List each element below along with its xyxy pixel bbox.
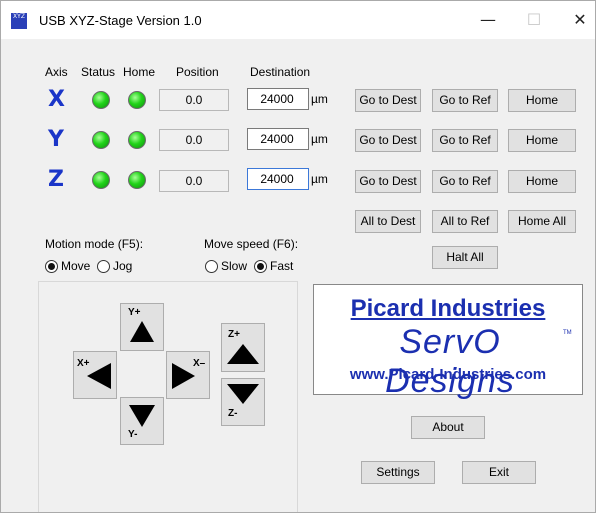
jog-x-plus-label: X+ <box>77 358 90 369</box>
unit-y: µm <box>311 132 328 146</box>
status-led-x <box>92 91 110 109</box>
jog-x-minus-label: X– <box>193 358 206 369</box>
jog-z-minus-label: Z- <box>228 408 238 419</box>
destination-z-input[interactable]: 24000 <box>247 168 309 190</box>
exit-button[interactable]: Exit <box>462 461 536 484</box>
move-speed-fast-label[interactable]: Fast <box>270 259 293 273</box>
jog-y-plus-label: Y+ <box>128 307 141 318</box>
move-speed-fast-radio[interactable] <box>254 260 267 273</box>
all-to-ref-button[interactable]: All to Ref <box>432 210 498 233</box>
status-led-z <box>92 171 110 189</box>
jog-y-minus-label: Y- <box>128 429 138 440</box>
unit-x: µm <box>311 92 328 106</box>
axis-y-label: Y <box>48 127 64 152</box>
go-to-dest-y-button[interactable]: Go to Dest <box>355 129 421 152</box>
jog-x-minus-button[interactable]: X– <box>166 351 210 399</box>
maximize-button[interactable]: ☐ <box>511 1 557 39</box>
app-icon: XYZ <box>11 13 27 29</box>
home-z-button[interactable]: Home <box>508 170 576 193</box>
unit-z: µm <box>311 172 328 186</box>
move-speed-slow-radio[interactable] <box>205 260 218 273</box>
home-led-z <box>128 171 146 189</box>
logo-url: www.Picard-Industries.com <box>349 366 547 383</box>
go-to-ref-x-button[interactable]: Go to Ref <box>432 89 498 112</box>
jog-y-minus-button[interactable]: Y- <box>120 397 164 445</box>
position-y: 0.0 <box>159 129 229 151</box>
motion-mode-move-radio[interactable] <box>45 260 58 273</box>
logo-trademark: TM <box>563 330 572 336</box>
go-to-dest-x-button[interactable]: Go to Dest <box>355 89 421 112</box>
motion-mode-jog-radio[interactable] <box>97 260 110 273</box>
go-to-ref-y-button[interactable]: Go to Ref <box>432 129 498 152</box>
destination-y-input[interactable]: 24000 <box>247 128 309 150</box>
window-title: USB XYZ-Stage Version 1.0 <box>39 13 202 28</box>
go-to-ref-z-button[interactable]: Go to Ref <box>432 170 498 193</box>
logo-company-name: Picard Industries <box>350 295 546 322</box>
jog-x-plus-button[interactable]: X+ <box>73 351 117 399</box>
move-speed-slow-label[interactable]: Slow <box>221 259 247 273</box>
destination-x-input[interactable]: 24000 <box>247 88 309 110</box>
motion-mode-move-label[interactable]: Move <box>61 259 90 273</box>
company-logo: Picard Industries ServO Designs TM www.P… <box>313 284 583 400</box>
all-to-dest-button[interactable]: All to Dest <box>355 210 421 233</box>
header-destination: Destination <box>250 65 311 79</box>
about-button[interactable]: About <box>411 416 485 439</box>
axis-z-label: Z <box>48 167 64 192</box>
motion-mode-label: Motion mode (F5): <box>45 237 144 251</box>
motion-mode-jog-label[interactable]: Jog <box>113 259 132 273</box>
home-all-button[interactable]: Home All <box>508 210 576 233</box>
logo-brand-name: ServO Designs <box>385 323 515 400</box>
jog-y-plus-button[interactable]: Y+ <box>120 303 164 351</box>
main-window: XYZ USB XYZ-Stage Version 1.0 — ☐ ✕ Axis… <box>0 0 596 513</box>
go-to-dest-z-button[interactable]: Go to Dest <box>355 170 421 193</box>
jog-z-plus-button[interactable]: Z+ <box>221 323 265 372</box>
header-axis: Axis <box>45 65 68 79</box>
home-led-x <box>128 91 146 109</box>
axis-x-label: X <box>48 87 65 112</box>
jog-panel: Y+ X+ X– Y- Z+ Z- <box>38 281 298 512</box>
settings-button[interactable]: Settings <box>361 461 435 484</box>
home-y-button[interactable]: Home <box>508 129 576 152</box>
home-led-y <box>128 131 146 149</box>
jog-z-minus-button[interactable]: Z- <box>221 378 265 426</box>
minimize-button[interactable]: — <box>465 1 511 39</box>
header-home: Home <box>123 65 156 79</box>
close-button[interactable]: ✕ <box>557 1 596 39</box>
position-z: 0.0 <box>159 170 229 192</box>
status-led-y <box>92 131 110 149</box>
header-position: Position <box>176 65 219 79</box>
title-bar: XYZ USB XYZ-Stage Version 1.0 — ☐ ✕ <box>1 1 595 39</box>
jog-z-plus-label: Z+ <box>228 329 240 340</box>
position-x: 0.0 <box>159 89 229 111</box>
home-x-button[interactable]: Home <box>508 89 576 112</box>
move-speed-label: Move speed (F6): <box>204 237 299 251</box>
halt-all-button[interactable]: Halt All <box>432 246 498 269</box>
header-status: Status <box>81 65 116 79</box>
